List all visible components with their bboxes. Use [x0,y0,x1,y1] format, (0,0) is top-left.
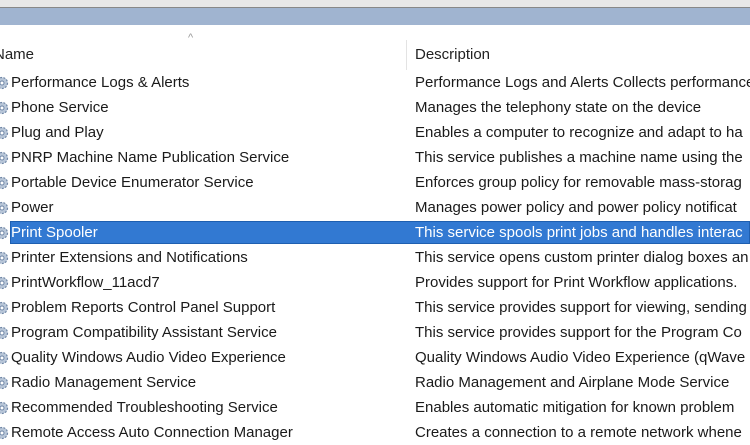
column-divider[interactable] [406,40,407,70]
services-list: Performance Logs & Alerts Performance Log… [0,70,750,445]
service-gear-icon [0,250,10,266]
service-name: PNRP Machine Name Publication Service [11,149,290,166]
service-description: Provides support for Print Workflow appl… [415,274,738,291]
service-description: Enables a computer to recognize and adap… [415,124,743,141]
service-gear-icon [0,225,10,241]
service-description: Quality Windows Audio Video Experience (… [415,349,746,366]
service-gear-icon [0,200,10,216]
column-header-name[interactable]: Name [0,46,34,63]
service-name: Radio Management Service [11,374,197,391]
service-gear-icon [0,175,10,191]
service-row[interactable]: Printer Extensions and Notifications This… [0,245,750,270]
service-gear-icon [0,275,10,291]
service-name: Plug and Play [11,124,104,141]
service-name: Recommended Troubleshooting Service [11,399,278,416]
service-row[interactable]: Remote Access Auto Connection Manager Cre… [0,420,750,445]
service-description: Creates a connection to a remote network… [415,424,742,441]
window-top-edge [0,0,750,8]
service-description: Manages power policy and power policy no… [415,199,737,216]
service-description: This service publishes a machine name us… [415,149,743,166]
service-name: Program Compatibility Assistant Service [11,324,277,341]
service-gear-icon [0,375,10,391]
service-name: Problem Reports Control Panel Support [11,299,276,316]
service-description: Enables automatic mitigation for known p… [415,399,735,416]
service-row[interactable]: Radio Management Service Radio Management… [0,370,750,395]
service-row[interactable]: Recommended Troubleshooting Service Enabl… [0,395,750,420]
service-gear-icon [0,75,10,91]
service-name: Performance Logs & Alerts [11,74,190,91]
service-gear-icon [0,100,10,116]
service-name: Phone Service [11,99,109,116]
column-header-description[interactable]: Description [415,46,490,63]
list-header [0,25,750,70]
service-row[interactable]: Power Manages power policy and power poli… [0,195,750,220]
service-name: Portable Device Enumerator Service [11,174,254,191]
service-row[interactable]: Problem Reports Control Panel Support Thi… [0,295,750,320]
service-row[interactable]: Performance Logs & Alerts Performance Log… [0,70,750,95]
service-name: Print Spooler [11,224,98,241]
service-gear-icon [0,350,10,366]
service-description: This service provides support for viewin… [415,299,747,316]
service-row[interactable]: Plug and Play Enables a computer to recog… [0,120,750,145]
service-name: Power [11,199,54,216]
service-name: Remote Access Auto Connection Manager [11,424,293,441]
service-row[interactable]: Portable Device Enumerator Service Enforc… [0,170,750,195]
service-gear-icon [0,125,10,141]
service-gear-icon [0,325,10,341]
sort-ascending-icon: ^ [188,32,194,44]
service-gear-icon [0,150,10,166]
service-row[interactable]: PrintWorkflow_11acd7 Provides support for… [0,270,750,295]
service-description: Manages the telephony state on the devic… [415,99,702,116]
service-name: Quality Windows Audio Video Experience [11,349,286,366]
service-description: Enforces group policy for removable mass… [415,174,742,191]
service-description: This service provides support for the Pr… [415,324,742,341]
service-row[interactable]: PNRP Machine Name Publication Service Thi… [0,145,750,170]
service-gear-icon [0,300,10,316]
service-gear-icon [0,400,10,416]
service-row[interactable]: Print Spooler This service spools print j… [0,220,750,245]
service-row[interactable]: Quality Windows Audio Video Experience Qu… [0,345,750,370]
service-gear-icon [0,425,10,441]
service-row[interactable]: Program Compatibility Assistant Service T… [0,320,750,345]
service-row[interactable]: Phone Service Manages the telephony state… [0,95,750,120]
service-description: Radio Management and Airplane Mode Servi… [415,374,730,391]
service-description: This service opens custom printer dialog… [415,249,749,266]
service-description: Performance Logs and Alerts Collects per… [415,74,750,91]
toolbar-band [0,8,750,25]
service-name: PrintWorkflow_11acd7 [11,274,160,291]
service-name: Printer Extensions and Notifications [11,249,248,266]
service-description: This service spools print jobs and handl… [415,224,743,241]
